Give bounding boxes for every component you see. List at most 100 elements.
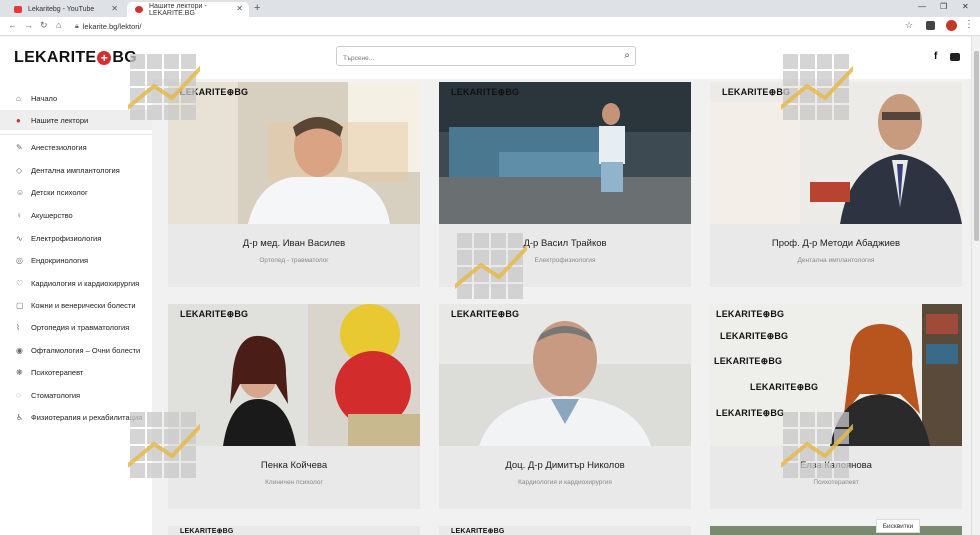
sidebar-item-child-psychologist[interactable]: ☺ Детски психолог — [0, 182, 152, 202]
lecturer-card[interactable]: LEKARITE⊕BG — [168, 526, 420, 535]
sidebar-item-dental-implantology[interactable]: ◇ Дентална имплантология — [0, 160, 152, 180]
browser-tab-lekarite[interactable]: Нашите лектори - LEKARITE.BG ✕ — [127, 2, 249, 17]
youtube-favicon-icon — [14, 6, 22, 13]
pregnancy-icon: ♀ — [16, 210, 22, 220]
users-icon: ● — [16, 115, 21, 125]
close-tab-icon[interactable]: ✕ — [111, 4, 118, 13]
lecturer-photo-image — [168, 82, 420, 224]
sidebar-item-label: Ортопедия и травматология — [31, 322, 130, 332]
logo-cross-icon: + — [97, 51, 112, 65]
watermark-logo: LEKARITE⊕BG — [451, 87, 520, 97]
window-close-icon[interactable]: ✕ — [962, 2, 969, 11]
sidebar-item-label: Кардиология и кардиохирургия — [31, 278, 140, 288]
profile-avatar[interactable] — [946, 20, 957, 31]
sidebar-item-label: Нашите лектори — [31, 115, 89, 125]
lecturer-specialty: Клиничен психолог — [265, 479, 323, 486]
back-icon[interactable]: ← — [8, 20, 17, 30]
lecturer-name: Пенка Койчева — [260, 460, 328, 471]
address-bar: ← → ↻ ⌂ 🔒︎ lekarite.bg/lektori/ ☆ ⋮ — [0, 17, 980, 36]
brain-icon: ❋ — [16, 367, 23, 377]
pulse-icon: ∿ — [16, 233, 23, 243]
maximize-icon[interactable]: ❐ — [940, 2, 947, 11]
child-icon: ☺ — [16, 187, 25, 197]
forward-icon[interactable]: → — [24, 20, 33, 30]
heart-icon: ♡ — [16, 278, 24, 288]
lecturer-specialty: Кардиология и кардиохирургия — [518, 479, 612, 486]
cookie-button[interactable]: Бисквитки — [876, 519, 920, 533]
scrollbar-thumb[interactable] — [974, 51, 979, 241]
grid-watermark-icon — [781, 412, 853, 478]
watermark-logo: LEKARITE⊕BG — [180, 528, 234, 535]
watermark-logo: LEKARITE⊕BG — [722, 87, 791, 97]
page-scrollbar[interactable] — [971, 37, 980, 535]
lecturer-card[interactable] — [710, 526, 962, 535]
site-logo[interactable]: LEKARITE + BG — [14, 49, 137, 67]
tooth-icon: ◇ — [16, 165, 23, 175]
url-field[interactable]: 🔒︎ lekarite.bg/lektori/ — [75, 20, 915, 33]
youtube-icon[interactable] — [950, 53, 960, 61]
sidebar-item-dermatology[interactable]: ▢ Кожни и венерически болести — [0, 295, 152, 315]
grid-watermark-icon — [455, 233, 527, 299]
rehab-icon: ♿︎ — [16, 412, 24, 422]
search-input[interactable] — [337, 49, 607, 68]
browser-menu-icon[interactable]: ⋮ — [964, 19, 974, 30]
sidebar-item-label: Детски психолог — [31, 187, 88, 197]
lecturer-name: Д-р мед. Иван Василев — [242, 238, 346, 249]
home-icon: ⌂ — [16, 93, 21, 103]
logo-text-left: LEKARITE — [14, 49, 97, 66]
watermark-logo: LEKARITE⊕BG — [720, 331, 789, 341]
lecturer-card[interactable]: LEKARITE⊕BG Доц. Д-р Димитър Николов Кар… — [439, 304, 691, 509]
facebook-icon[interactable]: f — [934, 51, 937, 62]
sidebar-item-label: Кожни и венерически болести — [31, 300, 136, 310]
close-tab-icon[interactable]: ✕ — [236, 4, 243, 13]
sidebar-item-label: Офталмология – Очни болести — [31, 345, 141, 355]
watermark-logo: LEKARITE⊕BG — [180, 309, 249, 319]
search-icon[interactable]: ⌕ — [624, 50, 630, 61]
sidebar-item-label: Анестезиология — [31, 142, 87, 152]
lecturer-photo-image — [439, 304, 691, 446]
sidebar-item-label: Дентална имплантология — [31, 165, 120, 175]
watermark-logo: LEKARITE⊕BG — [716, 309, 785, 319]
sidebar-item-ophthalmology[interactable]: ◉ Офталмология – Очни болести — [0, 340, 152, 360]
tab-title: Lekaritebg - YouTube — [28, 6, 95, 13]
sidebar-item-anesthesiology[interactable]: ✎ Анестезиология — [0, 137, 152, 157]
reload-icon[interactable]: ↻ — [40, 20, 48, 31]
lecturer-photo-image — [168, 304, 420, 446]
sidebar-item-psychotherapist[interactable]: ❋ Психотерапевт — [0, 362, 152, 382]
tab-title: Нашите лектори - LEKARITE.BG — [149, 2, 207, 17]
browser-tab-youtube[interactable]: Lekaritebg - YouTube ✕ — [6, 2, 124, 17]
lecturer-card[interactable]: LEKARITE⊕BG Д-р мед. Иван Василев Ортопе… — [168, 82, 420, 287]
sidebar-item-label: Физиотерапия и рехабилитация — [31, 412, 143, 422]
bookmark-star-icon[interactable]: ☆ — [905, 20, 913, 31]
sidebar-item-cardiology[interactable]: ♡ Кардиология и кардиохирургия — [0, 273, 152, 293]
sidebar-item-dentistry[interactable]: ◌ Стоматология — [0, 385, 152, 405]
lecturer-name: Доц. Д-р Димитър Николов — [505, 460, 625, 471]
syringe-icon: ✎ — [16, 142, 23, 152]
grid-watermark-icon — [781, 54, 853, 120]
gland-icon: ◎ — [16, 255, 23, 265]
watermark-logo: LEKARITE⊕BG — [451, 309, 520, 319]
browser-tab-bar: Lekaritebg - YouTube ✕ Нашите лектори - … — [0, 0, 980, 17]
sidebar-item-label: Електрофизиология — [31, 233, 102, 243]
sidebar-item-label: Стоматология — [31, 390, 81, 400]
sidebar-item-label: Ендокринология — [31, 255, 89, 265]
lecturer-photo: LEKARITE⊕BG — [168, 304, 420, 446]
sidebar-item-obstetrics[interactable]: ♀ Акушерство — [0, 205, 152, 225]
sidebar-item-endocrinology[interactable]: ◎ Ендокринология — [0, 250, 152, 270]
new-tab-button[interactable]: + — [254, 2, 260, 14]
sidebar-item-electrophysiology[interactable]: ∿ Електрофизиология — [0, 228, 152, 248]
sidebar-divider — [0, 134, 152, 135]
search-box: ⌕ — [336, 46, 636, 68]
lecturer-specialty: Дентална имплантология — [797, 257, 875, 264]
lock-icon: 🔒︎ — [75, 22, 79, 30]
home-browser-icon[interactable]: ⌂ — [56, 20, 61, 30]
minimize-icon[interactable]: — — [918, 2, 926, 11]
lecturer-card[interactable]: LEKARITE⊕BG Пенка Койчева Клиничен психо… — [168, 304, 420, 509]
grid-watermark-icon — [128, 412, 200, 478]
grid-watermark-icon — [128, 54, 200, 120]
skin-icon: ▢ — [16, 300, 24, 310]
lecturer-card[interactable]: LEKARITE⊕BG — [439, 526, 691, 535]
lecturer-photo: LEKARITE⊕BG — [168, 82, 420, 224]
sidebar-item-orthopedics[interactable]: ⌇ Ортопедия и травматология — [0, 317, 152, 337]
extension-icon[interactable] — [926, 21, 935, 30]
